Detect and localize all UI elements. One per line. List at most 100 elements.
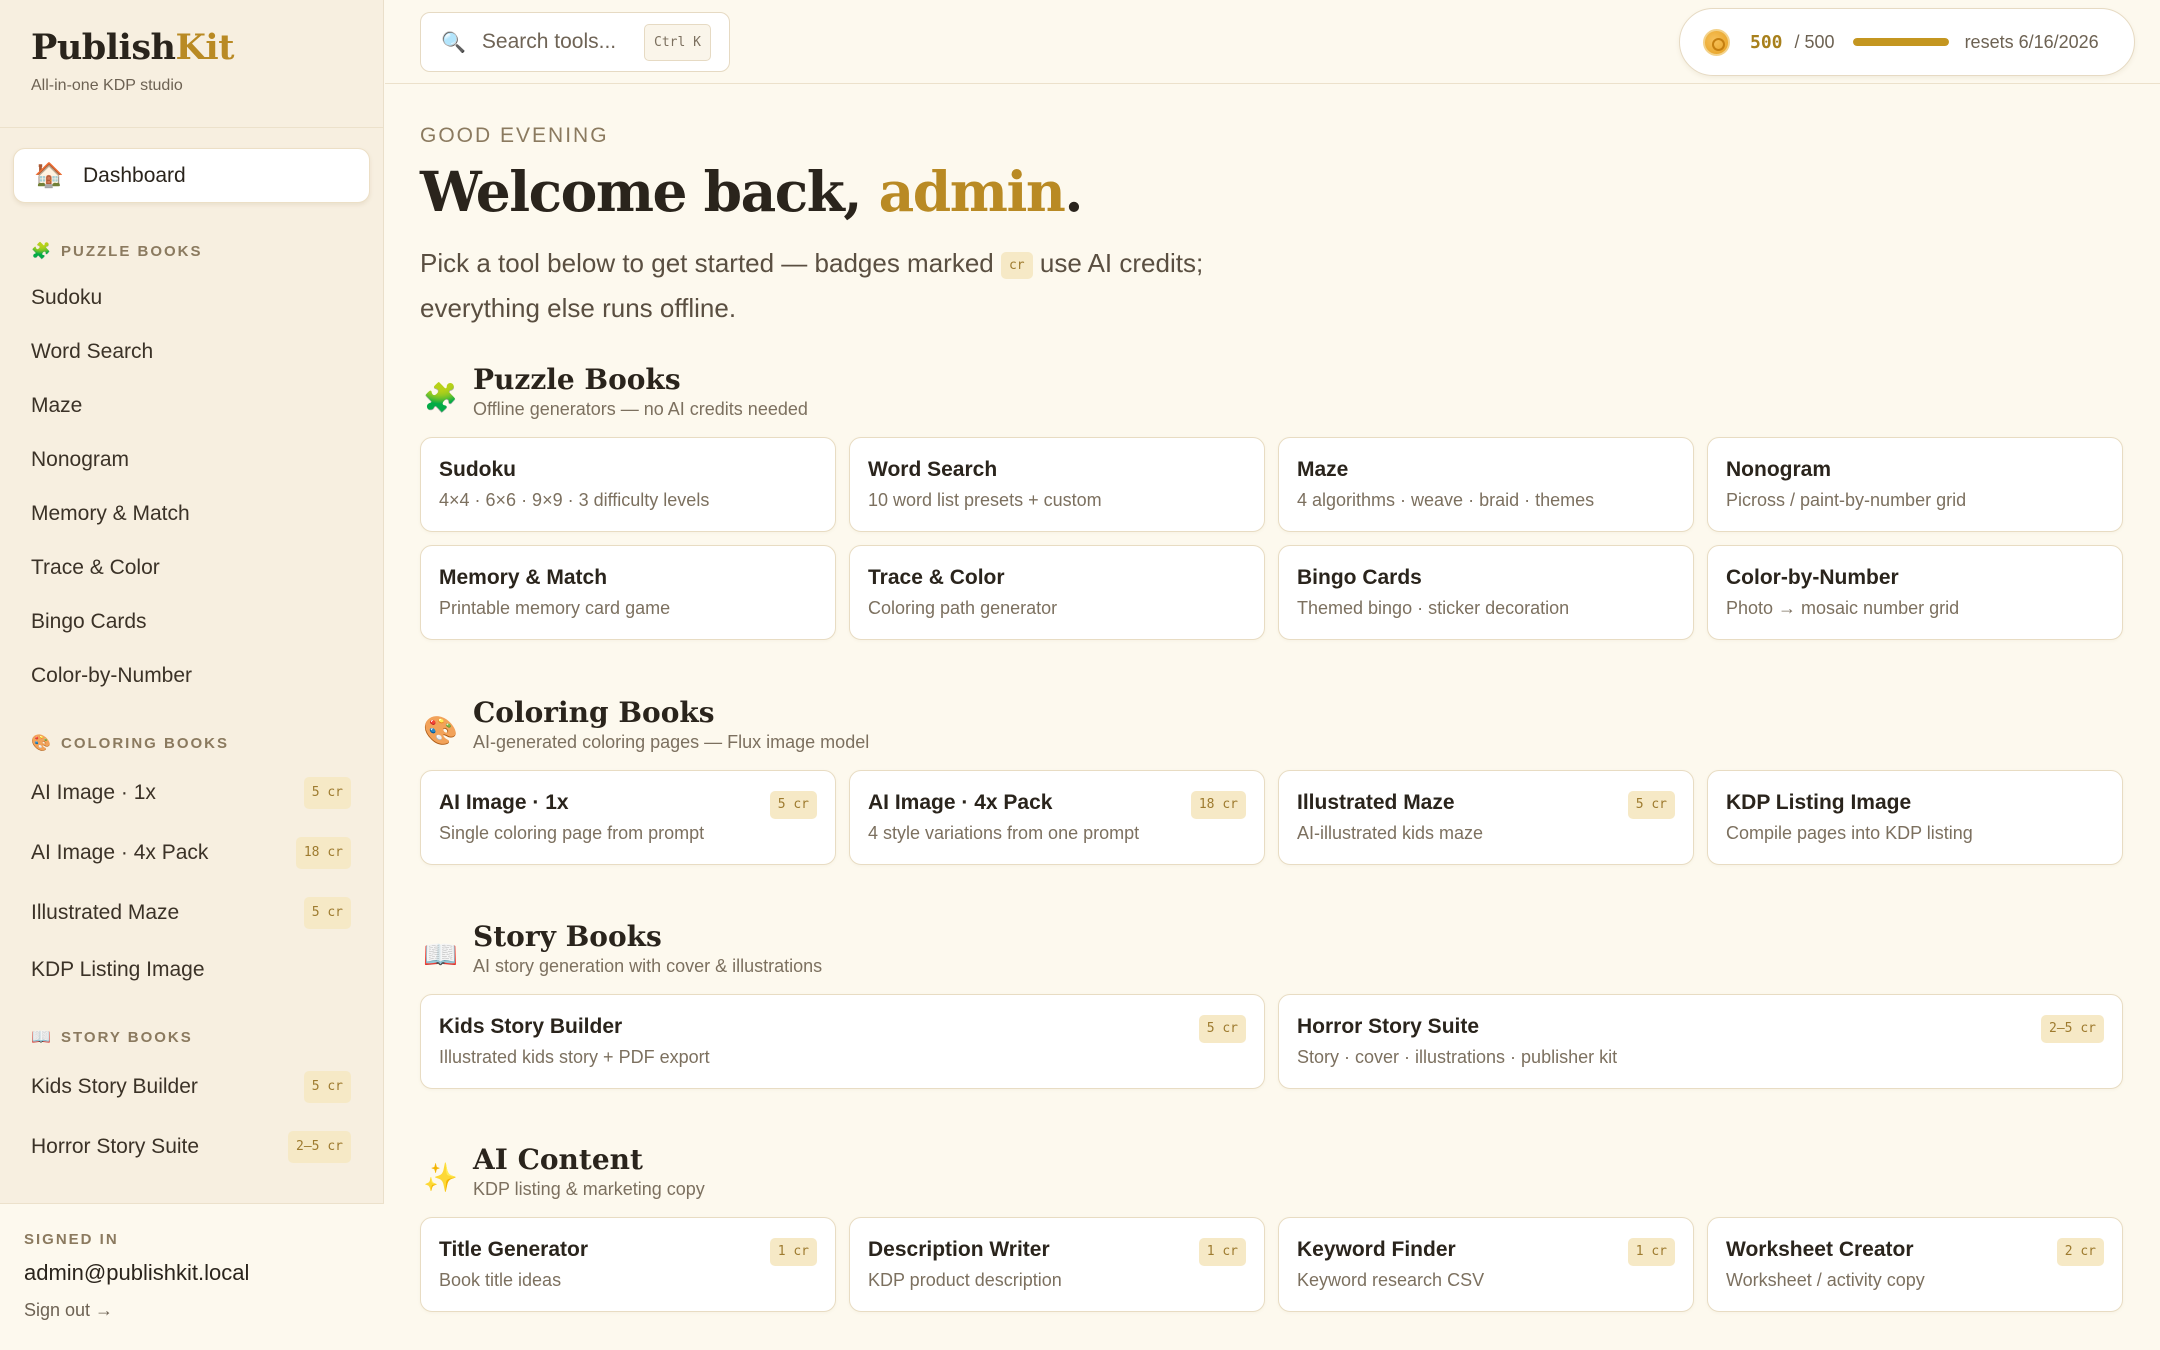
credits-reset-date: resets 6/16/2026 — [1964, 31, 2099, 52]
tool-card[interactable]: Nonogram Picross / paint-by-number grid — [1707, 437, 2123, 532]
section-story-books: 📖 Story Books AI story generation with cov… — [420, 920, 2125, 1089]
tool-card[interactable]: Memory & Match Printable memory card game — [420, 545, 836, 640]
tool-card-description: Picross / paint-by-number grid — [1726, 490, 1967, 510]
page-title: Welcome back, admin. — [420, 159, 1083, 224]
section-coloring-books: 🎨 Coloring Books AI-generated coloring pag… — [420, 696, 2125, 865]
sidebar-footer: SIGNED IN admin@publishkit.local Sign ou… — [0, 1203, 384, 1350]
tool-card-title: Illustrated Maze — [1297, 791, 1455, 814]
tool-card[interactable]: Keyword Finder Keyword research CSV 1 cr — [1278, 1217, 1694, 1312]
sidebar-item-trace-color[interactable]: Trace & Color — [31, 548, 351, 588]
tool-card[interactable]: Sudoku 4×4 · 6×6 · 9×9 · 3 difficulty lev… — [420, 437, 836, 532]
section-subtitle: AI story generation with cover & illustr… — [473, 956, 823, 976]
credit-badge: 5 cr — [303, 777, 351, 809]
tool-card-description: 4 style variations from one prompt — [868, 823, 1140, 843]
tool-card[interactable]: Bingo Cards Themed bingo · sticker decora… — [1278, 545, 1694, 640]
nav-group-coloring-books: 🎨 COLORING BOOKS — [31, 733, 229, 753]
tool-card[interactable]: Trace & Color Coloring path generator — [849, 545, 1265, 640]
tool-card[interactable]: KDP Listing Image Compile pages into KDP … — [1707, 770, 2123, 865]
sidebar-item-label: Word Search — [31, 340, 154, 363]
nav-group-label: COLORING BOOKS — [61, 734, 230, 752]
welcome-suffix: . — [1064, 159, 1083, 224]
credit-badge: 2–5 cr — [2041, 1015, 2104, 1043]
brand-name-accent: Kit — [175, 27, 234, 68]
puzzle-icon: 🧩 — [31, 243, 53, 260]
tool-card-title: Color-by-Number — [1726, 566, 1899, 589]
section-header: 📖 Story Books AI story generation with cov… — [420, 920, 2125, 986]
credit-badge: 1 cr — [1198, 1238, 1246, 1266]
book-icon: 📖 — [423, 939, 458, 970]
sparkles-icon: ✨ — [423, 1162, 458, 1193]
tool-card[interactable]: AI Image · 1x Single coloring page from p… — [420, 770, 836, 865]
sidebar-item-maze[interactable]: Maze — [31, 386, 351, 426]
credits-meter[interactable]: 500 / 500 resets 6/16/2026 — [1679, 8, 2135, 76]
brand-logo[interactable]: PublishKit — [31, 28, 383, 68]
credit-badge: 1 cr — [769, 1238, 817, 1266]
tool-card-description: 10 word list presets + custom — [868, 490, 1102, 510]
section-puzzle-books: 🧩 Puzzle Books Offline generators — no AI … — [420, 363, 2125, 640]
sign-out-link[interactable]: Sign out → — [24, 1300, 384, 1321]
sidebar-item-color-by-number[interactable]: Color-by-Number — [31, 656, 351, 696]
tool-card-description: Keyword research CSV — [1297, 1270, 1485, 1290]
sidebar-item-ai-image-1x[interactable]: AI Image · 1x 5 cr — [31, 773, 351, 813]
tool-card-title: Title Generator — [439, 1238, 588, 1261]
nav-group-label: PUZZLE BOOKS — [61, 242, 203, 260]
tool-card[interactable]: Color-by-Number Photo → mosaic number gri… — [1707, 545, 2123, 640]
tool-card-title: Bingo Cards — [1297, 566, 1422, 589]
tool-card-title: Word Search — [868, 458, 998, 481]
tool-card-title: Keyword Finder — [1297, 1238, 1456, 1261]
tool-card[interactable]: Word Search 10 word list presets + custom — [849, 437, 1265, 532]
tool-card[interactable]: Description Writer KDP product descriptio… — [849, 1217, 1265, 1312]
tool-card-title: Memory & Match — [439, 566, 608, 589]
tool-card-description: KDP product description — [868, 1270, 1062, 1290]
tool-card[interactable]: Horror Story Suite Story · cover · illust… — [1278, 994, 2123, 1089]
tool-card[interactable]: AI Image · 4x Pack 4 style variations fro… — [849, 770, 1265, 865]
tool-card-title: Nonogram — [1726, 458, 1831, 481]
sidebar: PublishKit All-in-one KDP studio 🏠 Dashb… — [0, 0, 384, 1350]
tool-card-description: AI-illustrated kids maze — [1297, 823, 1484, 843]
credit-badge: 18 cr — [1190, 791, 1246, 819]
search-input[interactable]: 🔍 Search tools... Ctrl K — [420, 12, 730, 72]
sidebar-item-kids-story-builder[interactable]: Kids Story Builder 5 cr — [31, 1067, 351, 1107]
tool-card-description: Coloring path generator — [868, 598, 1058, 618]
sidebar-item-label: Maze — [31, 394, 83, 417]
tool-card-description: Story · cover · illustrations · publishe… — [1297, 1047, 1618, 1067]
sidebar-item-horror-story-suite[interactable]: Horror Story Suite 2–5 cr — [31, 1127, 351, 1167]
sidebar-item-label: Sudoku — [31, 286, 103, 309]
section-header: 🧩 Puzzle Books Offline generators — no AI … — [420, 363, 2125, 429]
tool-card-title: Horror Story Suite — [1297, 1015, 1480, 1038]
sidebar-item-label: Bingo Cards — [31, 610, 147, 633]
sidebar-item-bingo-cards[interactable]: Bingo Cards — [31, 602, 351, 642]
section-subtitle: AI-generated coloring pages — Flux image… — [473, 732, 870, 752]
sidebar-item-illustrated-maze[interactable]: Illustrated Maze 5 cr — [31, 893, 351, 933]
sidebar-item-ai-image-4x-pack[interactable]: AI Image · 4x Pack 18 cr — [31, 833, 351, 873]
sidebar-item-memory-match[interactable]: Memory & Match — [31, 494, 351, 534]
sidebar-item-word-search[interactable]: Word Search — [31, 332, 351, 372]
tool-card-title: Description Writer — [868, 1238, 1050, 1261]
credits-remaining: 500 — [1750, 31, 1783, 53]
tool-card[interactable]: Worksheet Creator Worksheet / activity co… — [1707, 1217, 2123, 1312]
credit-badge: 5 cr — [769, 791, 817, 819]
sidebar-item-kdp-listing-image[interactable]: KDP Listing Image — [31, 950, 351, 990]
sidebar-item-sudoku[interactable]: Sudoku — [31, 278, 351, 318]
section-subtitle: Offline generators — no AI credits neede… — [473, 399, 808, 419]
sidebar-item-nonogram[interactable]: Nonogram — [31, 440, 351, 480]
tool-card[interactable]: Maze 4 algorithms · weave · braid · theme… — [1278, 437, 1694, 532]
tool-card-description: Illustrated kids story + PDF export — [439, 1047, 710, 1067]
credit-badge: 5 cr — [1198, 1015, 1246, 1043]
tool-card[interactable]: Kids Story Builder Illustrated kids story… — [420, 994, 1265, 1089]
credit-chip: cr — [1000, 252, 1033, 279]
tool-card-title: Sudoku — [439, 458, 516, 481]
credit-badge: 18 cr — [295, 837, 351, 869]
tool-card[interactable]: Illustrated Maze AI-illustrated kids maze… — [1278, 770, 1694, 865]
section-title: Puzzle Books — [473, 363, 681, 396]
tool-card[interactable]: Title Generator Book title ideas 1 cr — [420, 1217, 836, 1312]
section-title: AI Content — [473, 1143, 643, 1176]
credits-total: / 500 — [1794, 31, 1835, 52]
coin-icon — [1703, 28, 1730, 56]
sidebar-item-label: AI Image · 1x — [31, 781, 156, 804]
tool-grid: Sudoku 4×4 · 6×6 · 9×9 · 3 difficulty lev… — [420, 437, 2123, 640]
credit-badge: 1 cr — [1627, 1238, 1675, 1266]
intro-part-a: Pick a tool below to get started — badge… — [420, 248, 1001, 278]
sidebar-item-dashboard[interactable]: 🏠 Dashboard — [13, 148, 370, 203]
tool-card-description: Worksheet / activity copy — [1726, 1270, 1925, 1290]
